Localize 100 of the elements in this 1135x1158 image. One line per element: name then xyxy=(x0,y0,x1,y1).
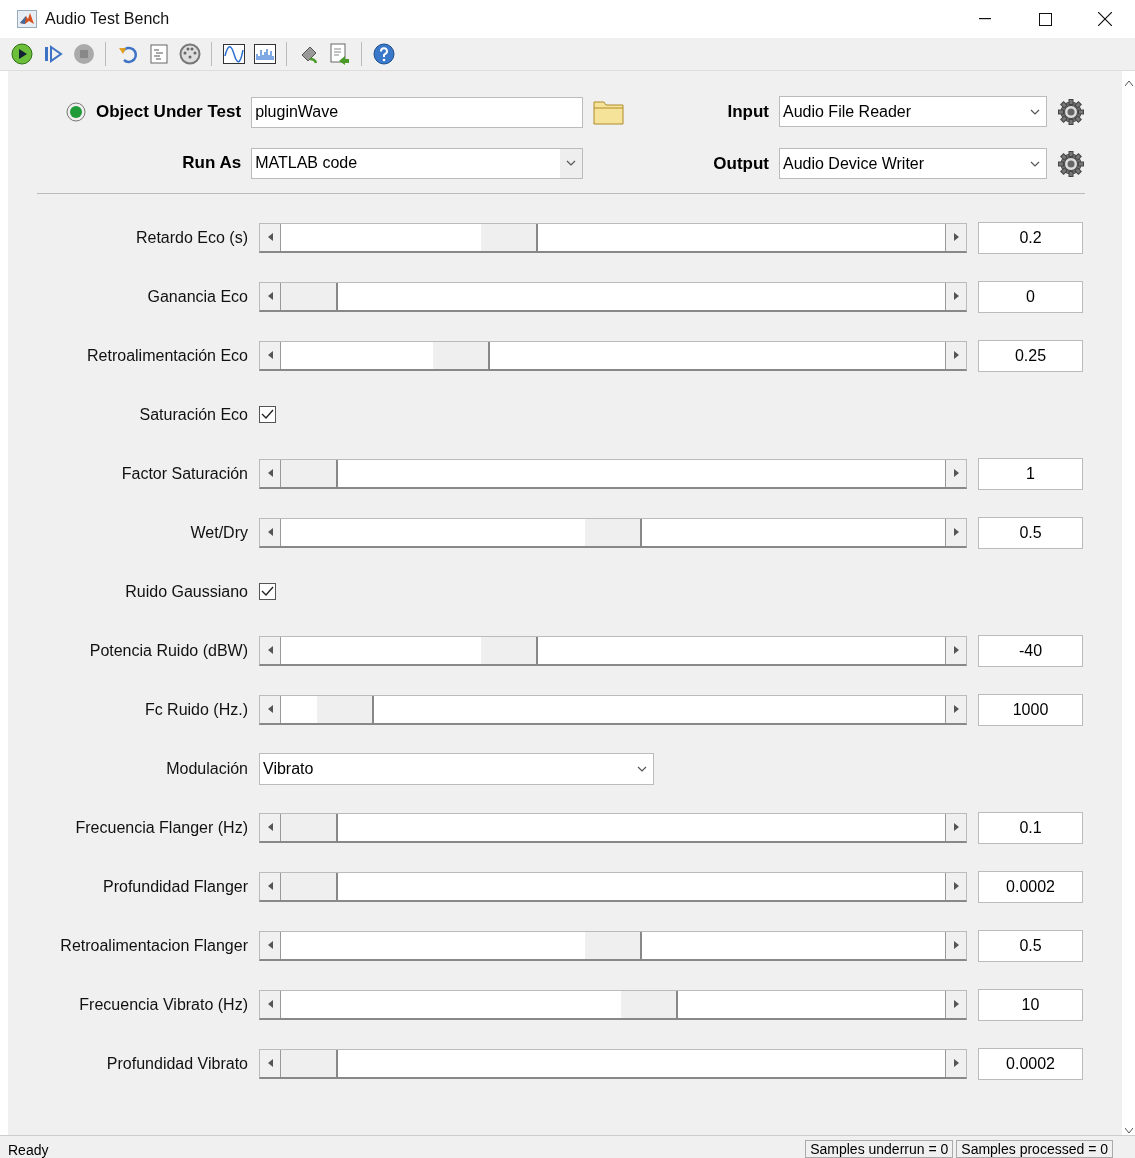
scroll-left-button[interactable] xyxy=(260,695,280,723)
value-field[interactable]: 0.1 xyxy=(978,811,1083,844)
slider[interactable] xyxy=(259,222,967,253)
value-field[interactable]: 0.2 xyxy=(978,221,1083,254)
object-label: Object Under Test xyxy=(96,102,242,122)
spectrum-plot-icon[interactable] xyxy=(252,41,277,67)
right-arrow-icon xyxy=(953,705,959,713)
slider[interactable] xyxy=(259,458,967,489)
scroll-right-button[interactable] xyxy=(946,872,966,900)
scroll-right-button[interactable] xyxy=(946,282,966,310)
slider-thumb[interactable] xyxy=(281,459,338,487)
slider[interactable] xyxy=(259,635,967,666)
value-field[interactable]: 0.5 xyxy=(978,516,1083,549)
parameter-label: Potencia Ruido (dBW) xyxy=(88,641,249,660)
slider[interactable] xyxy=(259,930,967,961)
left-arrow-icon xyxy=(267,882,273,890)
scroll-right-button[interactable] xyxy=(946,459,966,487)
scroll-right-button[interactable] xyxy=(946,636,966,664)
scroll-left-button[interactable] xyxy=(260,459,280,487)
slider[interactable] xyxy=(259,340,967,371)
slider-thumb[interactable] xyxy=(281,1049,338,1077)
sine-plot-icon[interactable] xyxy=(221,41,246,67)
slider-thumb[interactable] xyxy=(481,636,539,664)
slider-thumb[interactable] xyxy=(281,282,338,310)
scroll-left-button[interactable] xyxy=(260,518,280,546)
right-arrow-icon xyxy=(953,351,959,359)
value-field[interactable]: 0.0002 xyxy=(978,870,1083,903)
parameter-label: Retroalimentación Eco xyxy=(86,346,249,365)
value-field[interactable]: -40 xyxy=(978,634,1083,667)
slider-thumb[interactable] xyxy=(584,931,642,959)
caret-icon xyxy=(1030,160,1040,167)
scroll-right-button[interactable] xyxy=(946,990,966,1018)
value-field[interactable]: 1000 xyxy=(978,693,1083,726)
slider[interactable] xyxy=(259,871,967,902)
output-dropdown[interactable]: Audio Device Writer xyxy=(779,148,1047,179)
export-document-icon[interactable] xyxy=(327,41,352,67)
slider-thumb[interactable] xyxy=(481,223,539,251)
parameter-label: Wet/Dry xyxy=(189,523,249,542)
window-title: Audio Test Bench xyxy=(45,10,171,28)
output-label: Output xyxy=(713,153,769,174)
parameter-label: Frecuencia Vibrato (Hz) xyxy=(78,995,249,1014)
slider[interactable] xyxy=(259,1048,967,1079)
left-arrow-icon xyxy=(267,705,273,713)
maximize-icon xyxy=(1038,12,1052,26)
scroll-right-button[interactable] xyxy=(946,341,966,369)
input-dropdown[interactable]: Audio File Reader xyxy=(779,96,1047,127)
scroll-left-button[interactable] xyxy=(260,282,280,310)
checkbox[interactable] xyxy=(259,406,276,423)
parameter-label: Retardo Eco (s) xyxy=(134,228,249,247)
scroll-right-button[interactable] xyxy=(946,695,966,723)
scroll-left-button[interactable] xyxy=(260,813,280,841)
slider-thumb[interactable] xyxy=(584,518,642,546)
slider[interactable] xyxy=(259,694,967,725)
gear-icon[interactable] xyxy=(1057,149,1085,178)
dial-icon[interactable] xyxy=(177,41,202,67)
scroll-right-button[interactable] xyxy=(946,813,966,841)
value-field[interactable]: 0.25 xyxy=(978,339,1083,372)
status-text: Ready xyxy=(7,1142,50,1158)
scroll-left-button[interactable] xyxy=(260,931,280,959)
object-field[interactable]: pluginWave xyxy=(251,96,584,128)
scroll-down-icon[interactable] xyxy=(1124,1128,1133,1133)
scroll-left-button[interactable] xyxy=(260,341,280,369)
slider-thumb[interactable] xyxy=(281,813,338,841)
parameter-label: Ganancia Eco xyxy=(146,287,249,306)
value-field[interactable]: 0.5 xyxy=(978,929,1083,962)
slider[interactable] xyxy=(259,989,967,1020)
slider-thumb[interactable] xyxy=(281,872,338,900)
scroll-right-button[interactable] xyxy=(946,1049,966,1077)
slider-thumb[interactable] xyxy=(620,990,678,1018)
scroll-left-button[interactable] xyxy=(260,990,280,1018)
gear-icon[interactable] xyxy=(1057,97,1085,126)
value-field[interactable]: 10 xyxy=(978,988,1083,1021)
value-field[interactable]: 0 xyxy=(978,280,1083,313)
slider[interactable] xyxy=(259,281,967,312)
slider-thumb[interactable] xyxy=(432,341,490,369)
scroll-right-button[interactable] xyxy=(946,518,966,546)
play-icon[interactable] xyxy=(9,41,34,67)
checkbox[interactable] xyxy=(259,583,276,600)
slider-thumb[interactable] xyxy=(317,695,375,723)
parameter-label: Retroalimentacion Flanger xyxy=(59,936,249,955)
help-icon[interactable] xyxy=(371,41,396,67)
scroll-left-button[interactable] xyxy=(260,636,280,664)
dropdown[interactable]: Vibrato xyxy=(259,752,654,785)
left-arrow-icon xyxy=(267,528,273,536)
scroll-left-button[interactable] xyxy=(260,223,280,251)
scroll-right-button[interactable] xyxy=(946,223,966,251)
slider[interactable] xyxy=(259,812,967,843)
value-field[interactable]: 0.0002 xyxy=(978,1047,1083,1080)
left-arrow-icon xyxy=(267,1000,273,1008)
scroll-left-button[interactable] xyxy=(260,1049,280,1077)
slider[interactable] xyxy=(259,517,967,548)
status-indicator-icon xyxy=(66,102,86,122)
scroll-up-icon[interactable] xyxy=(1124,81,1133,86)
scroll-right-button[interactable] xyxy=(946,931,966,959)
parameter-label: Profundidad Vibrato xyxy=(105,1054,249,1073)
value-field[interactable]: 1 xyxy=(978,457,1083,490)
app-icon xyxy=(17,10,37,28)
scroll-left-button[interactable] xyxy=(260,872,280,900)
stop-icon[interactable] xyxy=(71,41,96,67)
run-as-dropdown[interactable]: MATLAB code xyxy=(251,147,584,179)
